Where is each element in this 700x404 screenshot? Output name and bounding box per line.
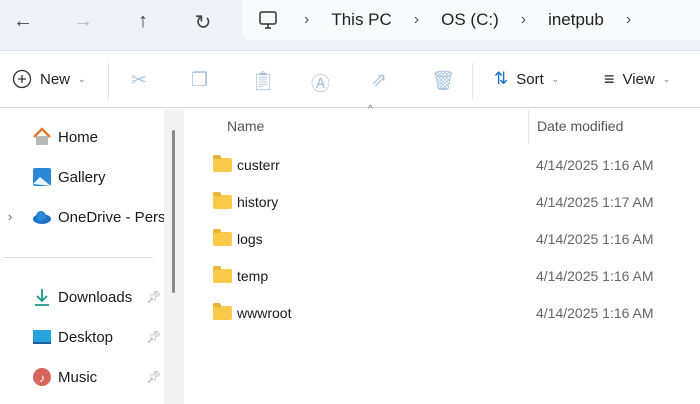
view-list-icon: ≡ <box>604 69 615 89</box>
chevron-down-icon: ⌄ <box>551 73 560 84</box>
sidebar-label: Desktop <box>58 328 114 346</box>
desktop-icon <box>33 330 51 344</box>
file-date-modified: 4/14/2025 1:16 AM <box>536 231 654 247</box>
divider <box>472 63 473 99</box>
chevron-right-icon: › <box>520 11 527 28</box>
file-name: history <box>237 194 279 210</box>
column-header-name[interactable]: Name <box>227 118 264 134</box>
folder-icon <box>213 303 232 320</box>
file-date-modified: 4/14/2025 1:16 AM <box>536 157 654 173</box>
folder-icon <box>213 266 232 283</box>
navigation-bar: ← → ↑ ↻ › This PC › OS (C:) › inetpub › <box>0 0 700 50</box>
file-date-modified: 4/14/2025 1:16 AM <box>536 305 654 321</box>
sidebar-item-gallery[interactable]: Gallery <box>32 167 164 187</box>
gallery-icon <box>33 168 51 186</box>
divider <box>3 257 153 258</box>
sidebar-label: Home <box>58 128 99 146</box>
svg-text:♪: ♪ <box>39 371 45 385</box>
file-row[interactable]: logs 4/14/2025 1:16 AM <box>205 224 700 254</box>
sidebar-item-home[interactable]: Home <box>32 127 164 147</box>
sidebar-item-music[interactable]: ♪ Music <box>32 367 164 387</box>
sidebar-item-onedrive[interactable]: OneDrive - Personal <box>32 207 164 227</box>
sidebar-label: Downloads <box>58 288 133 306</box>
chevron-right-icon[interactable]: › <box>626 11 631 29</box>
sort-button[interactable]: ⇅ Sort ⌄ <box>494 69 559 89</box>
navigation-pane: Home Gallery › OneDrive - Personal Downl… <box>0 109 164 404</box>
folder-icon <box>213 155 232 172</box>
chevron-right-icon: › <box>413 11 420 28</box>
sidebar-label: Music <box>58 368 98 386</box>
file-name: logs <box>237 231 263 247</box>
cut-icon[interactable]: ✂ <box>131 69 147 92</box>
file-name: custerr <box>237 157 280 173</box>
file-date-modified: 4/14/2025 1:17 AM <box>536 194 654 210</box>
breadcrumb-this-pc[interactable]: This PC <box>331 10 391 30</box>
folder-icon <box>213 192 232 209</box>
computer-icon <box>259 11 277 29</box>
share-icon[interactable]: ⇗ <box>371 69 387 92</box>
home-icon <box>33 127 51 145</box>
chevron-right-icon: › <box>304 11 310 28</box>
folder-icon <box>213 229 232 246</box>
sidebar-item-desktop[interactable]: Desktop <box>32 327 164 347</box>
pin-icon[interactable]: 📌︎ <box>146 370 161 384</box>
paste-icon[interactable]: 📋︎ <box>251 69 275 93</box>
column-divider[interactable] <box>528 110 529 144</box>
file-date-modified: 4/14/2025 1:16 AM <box>536 268 654 284</box>
expand-chevron-icon[interactable]: › <box>8 209 12 224</box>
file-name: wwwroot <box>237 305 292 321</box>
onedrive-cloud-icon <box>33 211 51 224</box>
new-label: New <box>40 70 71 88</box>
view-button[interactable]: ≡ View ⌄ <box>604 69 670 90</box>
sort-label: Sort <box>516 70 544 88</box>
breadcrumb-inetpub[interactable]: inetpub <box>548 10 604 30</box>
breadcrumb-os-c[interactable]: OS (C:) <box>441 10 499 30</box>
sidebar-label: Gallery <box>58 168 106 186</box>
file-row[interactable]: custerr 4/14/2025 1:16 AM <box>205 150 700 180</box>
refresh-button[interactable]: ↻ <box>191 10 215 35</box>
forward-button[interactable]: → <box>71 10 95 33</box>
music-icon: ♪ <box>33 368 51 386</box>
delete-icon[interactable]: 🗑︎ <box>431 69 455 93</box>
column-header-date-modified[interactable]: Date modified <box>537 118 623 134</box>
plus-circle-icon <box>12 69 32 89</box>
address-bar[interactable]: › This PC › OS (C:) › inetpub › <box>242 0 700 40</box>
sidebar-scrollbar-thumb[interactable] <box>172 130 175 293</box>
pin-icon[interactable]: 📌︎ <box>146 330 161 344</box>
divider <box>108 63 109 99</box>
new-button[interactable]: New ⌄ <box>12 69 86 89</box>
sidebar-label: OneDrive - Personal <box>58 208 164 226</box>
view-label: View <box>622 71 655 88</box>
file-row[interactable]: wwwroot 4/14/2025 1:16 AM <box>205 298 700 328</box>
sort-ascending-icon: ^ <box>368 104 373 115</box>
rename-icon[interactable]: Ⓐ <box>311 69 330 96</box>
chevron-down-icon: ⌄ <box>662 74 671 84</box>
sidebar-item-downloads[interactable]: Downloads <box>32 287 164 307</box>
chevron-down-icon: ⌄ <box>78 73 86 84</box>
pin-icon[interactable]: 📌︎ <box>146 290 161 304</box>
sort-icon: ⇅ <box>494 69 509 88</box>
file-row[interactable]: history 4/14/2025 1:17 AM <box>205 187 700 217</box>
back-button[interactable]: ← <box>11 10 35 33</box>
command-bar: New ⌄ ✂ ❐ 📋︎ Ⓐ ⇗ 🗑︎ ⇅ Sort ⌄ ≡ View ⌄ <box>0 50 700 108</box>
copy-icon[interactable]: ❐ <box>191 69 208 92</box>
up-button[interactable]: ↑ <box>131 10 155 33</box>
download-icon <box>35 289 49 306</box>
file-row[interactable]: temp 4/14/2025 1:16 AM <box>205 261 700 291</box>
file-name: temp <box>237 268 269 284</box>
